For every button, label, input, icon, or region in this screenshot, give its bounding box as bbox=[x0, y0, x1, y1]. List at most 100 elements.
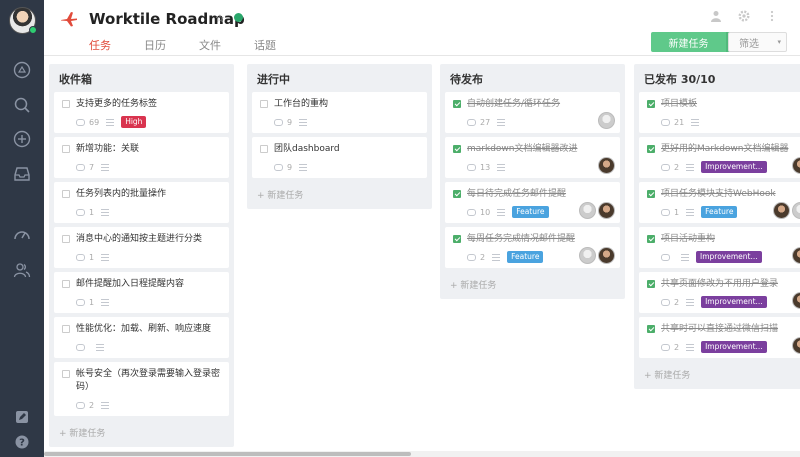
task-tag[interactable]: Improvement... bbox=[701, 161, 767, 173]
task-card[interactable]: 帐号安全（再次登录需要输入登录密码） 2 bbox=[54, 362, 229, 416]
task-tag[interactable]: Improvement... bbox=[701, 341, 767, 353]
tab-tasks[interactable]: 任务 bbox=[89, 37, 111, 58]
task-tag[interactable]: Feature bbox=[701, 206, 738, 218]
filter-button[interactable]: 筛选 ▾ bbox=[728, 32, 787, 52]
scrollbar-thumb[interactable] bbox=[44, 452, 411, 456]
task-title[interactable]: 更好用的Markdown文档编辑器 bbox=[661, 143, 800, 156]
nav-inbox-icon[interactable] bbox=[12, 164, 32, 184]
task-card[interactable]: 共享页面修改为不用用户登录 2 Improvement... bbox=[639, 272, 800, 313]
task-card[interactable]: 项目任务模块支持WebHook 1 Feature bbox=[639, 182, 800, 223]
assignee-avatar[interactable] bbox=[598, 247, 615, 264]
assignee-avatar[interactable] bbox=[773, 202, 790, 219]
nav-edit-icon[interactable] bbox=[12, 407, 32, 427]
task-card[interactable]: 共享时可以直接通过微信扫描 2 Improvement... bbox=[639, 317, 800, 358]
assignee-avatar[interactable] bbox=[579, 202, 596, 219]
user-avatar[interactable] bbox=[9, 7, 37, 34]
task-card[interactable]: 每周任务完成情况邮件提醒 2 Feature bbox=[445, 227, 620, 268]
add-task-link[interactable]: + 新建任务 bbox=[634, 362, 800, 389]
task-title[interactable]: 项目任务模块支持WebHook bbox=[661, 188, 800, 201]
task-title[interactable]: 团队dashboard bbox=[274, 143, 419, 156]
task-checkbox[interactable] bbox=[647, 280, 655, 288]
task-card[interactable]: 团队dashboard 9 bbox=[252, 137, 427, 178]
assignee-avatar[interactable] bbox=[598, 112, 615, 129]
nav-members-icon[interactable] bbox=[12, 260, 32, 280]
nav-help-icon[interactable]: ? bbox=[12, 432, 32, 452]
task-checkbox[interactable] bbox=[647, 100, 655, 108]
star-icon[interactable]: ☆ bbox=[215, 12, 225, 25]
task-title[interactable]: 项目活动重构 bbox=[661, 233, 800, 246]
task-card[interactable]: 自动创建任务/循环任务 27 bbox=[445, 92, 620, 133]
more-vertical-icon[interactable] bbox=[766, 10, 778, 22]
task-checkbox[interactable] bbox=[453, 190, 461, 198]
task-checkbox[interactable] bbox=[647, 325, 655, 333]
add-task-link[interactable]: + 新建任务 bbox=[49, 420, 234, 447]
add-task-link[interactable]: + 新建任务 bbox=[247, 182, 432, 209]
task-title[interactable]: 共享页面修改为不用用户登录 bbox=[661, 278, 800, 291]
task-checkbox[interactable] bbox=[62, 325, 70, 333]
task-checkbox[interactable] bbox=[62, 235, 70, 243]
task-title[interactable]: 共享时可以直接通过微信扫描 bbox=[661, 323, 800, 336]
task-title[interactable]: 帐号安全（再次登录需要输入登录密码） bbox=[76, 368, 221, 394]
task-tag[interactable]: Feature bbox=[507, 251, 544, 263]
task-title[interactable]: 自动创建任务/循环任务 bbox=[467, 98, 612, 111]
task-card[interactable]: 消息中心的通知按主题进行分类 1 bbox=[54, 227, 229, 268]
task-title[interactable]: 任务列表内的批量操作 bbox=[76, 188, 221, 201]
assignee-avatar[interactable] bbox=[579, 247, 596, 264]
task-checkbox[interactable] bbox=[453, 235, 461, 243]
task-checkbox[interactable] bbox=[62, 280, 70, 288]
task-title[interactable]: markdown文档编辑器改进 bbox=[467, 143, 612, 156]
new-task-button[interactable]: 新建任务 bbox=[651, 32, 726, 52]
task-card[interactable]: 性能优化：加载、刷新、响应速度 bbox=[54, 317, 229, 358]
task-checkbox[interactable] bbox=[62, 100, 70, 108]
task-card[interactable]: 工作台的重构 9 bbox=[252, 92, 427, 133]
task-checkbox[interactable] bbox=[453, 100, 461, 108]
task-title[interactable]: 邮件提醒加入日程提醒内容 bbox=[76, 278, 221, 291]
task-card[interactable]: 邮件提醒加入日程提醒内容 1 bbox=[54, 272, 229, 313]
members-icon[interactable] bbox=[710, 10, 722, 22]
task-card[interactable]: 项目模板 21 bbox=[639, 92, 800, 133]
assignee-avatar[interactable] bbox=[792, 202, 800, 219]
task-title[interactable]: 每周任务完成情况邮件提醒 bbox=[467, 233, 612, 246]
task-tag[interactable]: High bbox=[121, 116, 147, 128]
task-checkbox[interactable] bbox=[62, 190, 70, 198]
nav-dashboard-icon[interactable] bbox=[12, 60, 32, 80]
task-title[interactable]: 工作台的重构 bbox=[274, 98, 419, 111]
assignee-avatar[interactable] bbox=[792, 247, 800, 264]
nav-add-icon[interactable] bbox=[12, 129, 32, 149]
assignee-avatar[interactable] bbox=[792, 157, 800, 174]
task-checkbox[interactable] bbox=[62, 145, 70, 153]
task-tag[interactable]: Improvement... bbox=[696, 251, 762, 263]
task-title[interactable]: 新增功能：关联 bbox=[76, 143, 221, 156]
assignee-avatar[interactable] bbox=[792, 337, 800, 354]
task-title[interactable]: 每日待完成任务邮件提醒 bbox=[467, 188, 612, 201]
task-card[interactable]: 更好用的Markdown文档编辑器 2 Improvement... bbox=[639, 137, 800, 178]
task-checkbox[interactable] bbox=[453, 145, 461, 153]
nav-gauge-icon[interactable] bbox=[12, 225, 32, 245]
task-title[interactable]: 项目模板 bbox=[661, 98, 800, 111]
task-checkbox[interactable] bbox=[260, 100, 268, 108]
task-checkbox[interactable] bbox=[647, 235, 655, 243]
task-checkbox[interactable] bbox=[260, 145, 268, 153]
task-title[interactable]: 性能优化：加载、刷新、响应速度 bbox=[76, 323, 221, 336]
nav-search-icon[interactable] bbox=[12, 95, 32, 115]
assignee-avatar[interactable] bbox=[792, 292, 800, 309]
task-card[interactable]: 新增功能：关联 7 bbox=[54, 137, 229, 178]
tab-calendar[interactable]: 日历 bbox=[144, 37, 166, 58]
task-checkbox[interactable] bbox=[62, 370, 70, 378]
task-checkbox[interactable] bbox=[647, 145, 655, 153]
task-card[interactable]: 支持更多的任务标签 69 High bbox=[54, 92, 229, 133]
task-title[interactable]: 支持更多的任务标签 bbox=[76, 98, 221, 111]
tab-files[interactable]: 文件 bbox=[199, 37, 221, 58]
task-card[interactable]: markdown文档编辑器改进 13 bbox=[445, 137, 620, 178]
task-title[interactable]: 消息中心的通知按主题进行分类 bbox=[76, 233, 221, 246]
task-card[interactable]: 项目活动重构 Improvement... bbox=[639, 227, 800, 268]
task-tag[interactable]: Improvement... bbox=[701, 296, 767, 308]
task-checkbox[interactable] bbox=[647, 190, 655, 198]
assignee-avatar[interactable] bbox=[598, 157, 615, 174]
add-task-link[interactable]: + 新建任务 bbox=[440, 272, 625, 299]
horizontal-scrollbar[interactable] bbox=[44, 451, 800, 457]
settings-gear-icon[interactable] bbox=[738, 10, 750, 22]
task-card[interactable]: 任务列表内的批量操作 1 bbox=[54, 182, 229, 223]
task-tag[interactable]: Feature bbox=[512, 206, 549, 218]
assignee-avatar[interactable] bbox=[598, 202, 615, 219]
